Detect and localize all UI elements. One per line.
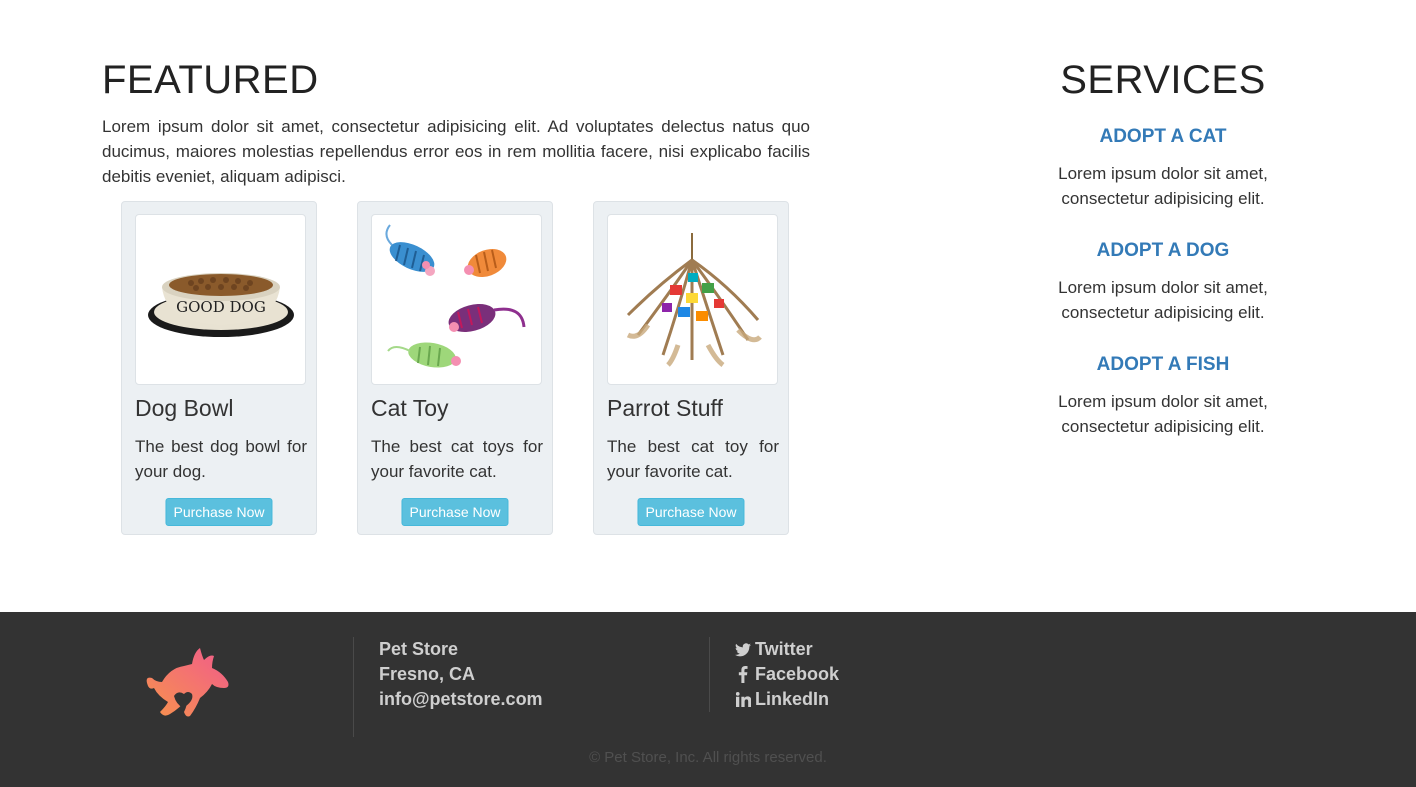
purchase-now-button[interactable]: Purchase Now bbox=[401, 498, 509, 526]
service-text: Lorem ipsum dolor sit amet, consectetur … bbox=[1058, 392, 1268, 436]
service-title-link[interactable]: ADOPT A CAT bbox=[1013, 124, 1313, 150]
footer-contact: Pet Store Fresno, CA info@petstore.com bbox=[379, 637, 543, 712]
store-email-link[interactable]: info@petstore.com bbox=[379, 687, 543, 712]
facebook-label: Facebook bbox=[755, 664, 840, 684]
featured-intro: Lorem ipsum dolor sit amet, consectetur … bbox=[102, 117, 810, 186]
facebook-icon bbox=[735, 666, 751, 683]
product-title: Parrot Stuff bbox=[607, 395, 723, 421]
service-text: Lorem ipsum dolor sit amet, consectetur … bbox=[1058, 164, 1268, 208]
twitter-link[interactable]: Twitter bbox=[735, 637, 839, 662]
service-adopt-fish: ADOPT A FISH Lorem ipsum dolor sit amet,… bbox=[1013, 352, 1313, 439]
product-title: Dog Bowl bbox=[135, 395, 234, 421]
twitter-label: Twitter bbox=[755, 639, 813, 659]
copyright-text: © Pet Store, Inc. All rights reserved. bbox=[589, 749, 827, 766]
product-card-cat-toy: Cat Toy The best cat toys for your favor… bbox=[357, 201, 553, 535]
facebook-link[interactable]: Facebook bbox=[735, 662, 839, 687]
product-description: The best dog bowl for your dog. bbox=[135, 437, 307, 481]
purchase-now-button[interactable]: Purchase Now bbox=[637, 498, 745, 526]
purchase-now-button[interactable]: Purchase Now bbox=[165, 498, 273, 526]
service-adopt-dog: ADOPT A DOG Lorem ipsum dolor sit amet, … bbox=[1013, 238, 1313, 325]
featured-section: FEATURED Lorem ipsum dolor sit amet, con… bbox=[102, 56, 810, 189]
product-cards: GOOD DOG Dog Bowl The best dog bowl for … bbox=[121, 201, 801, 537]
services-heading: SERVICES bbox=[1060, 58, 1266, 102]
dog-logo-icon[interactable] bbox=[140, 646, 234, 722]
parrot-toy-image[interactable] bbox=[607, 214, 778, 385]
product-card-dog-bowl: GOOD DOG Dog Bowl The best dog bowl for … bbox=[121, 201, 317, 535]
footer-social: Twitter Facebook LinkedIn bbox=[735, 637, 839, 712]
twitter-icon bbox=[735, 642, 751, 658]
product-card-parrot-stuff: Parrot Stuff The best cat toy for your f… bbox=[593, 201, 789, 535]
site-footer: Pet Store Fresno, CA info@petstore.com T… bbox=[0, 612, 1416, 787]
linkedin-label: LinkedIn bbox=[755, 689, 830, 709]
store-name: Pet Store bbox=[379, 639, 459, 659]
svg-text:GOOD DOG: GOOD DOG bbox=[176, 298, 266, 316]
cat-toy-mice-image[interactable] bbox=[371, 214, 542, 385]
store-city: Fresno, CA bbox=[379, 664, 476, 684]
product-description: The best cat toy for your favorite cat. bbox=[607, 437, 779, 481]
service-title-link[interactable]: ADOPT A FISH bbox=[1013, 352, 1313, 378]
product-description: The best cat toys for your favorite cat. bbox=[371, 437, 543, 481]
service-title-link[interactable]: ADOPT A DOG bbox=[1013, 238, 1313, 264]
linkedin-link[interactable]: LinkedIn bbox=[735, 687, 839, 712]
featured-heading: FEATURED bbox=[102, 58, 319, 102]
service-text: Lorem ipsum dolor sit amet, consectetur … bbox=[1058, 278, 1268, 322]
footer-divider bbox=[353, 637, 354, 737]
footer-divider bbox=[709, 637, 710, 712]
main-content: FEATURED Lorem ipsum dolor sit amet, con… bbox=[0, 0, 1416, 612]
dog-bowl-image[interactable]: GOOD DOG bbox=[135, 214, 306, 385]
services-section: SERVICES ADOPT A CAT Lorem ipsum dolor s… bbox=[1013, 56, 1313, 439]
linkedin-icon bbox=[735, 692, 751, 708]
product-title: Cat Toy bbox=[371, 395, 449, 421]
service-adopt-cat: ADOPT A CAT Lorem ipsum dolor sit amet, … bbox=[1013, 124, 1313, 211]
